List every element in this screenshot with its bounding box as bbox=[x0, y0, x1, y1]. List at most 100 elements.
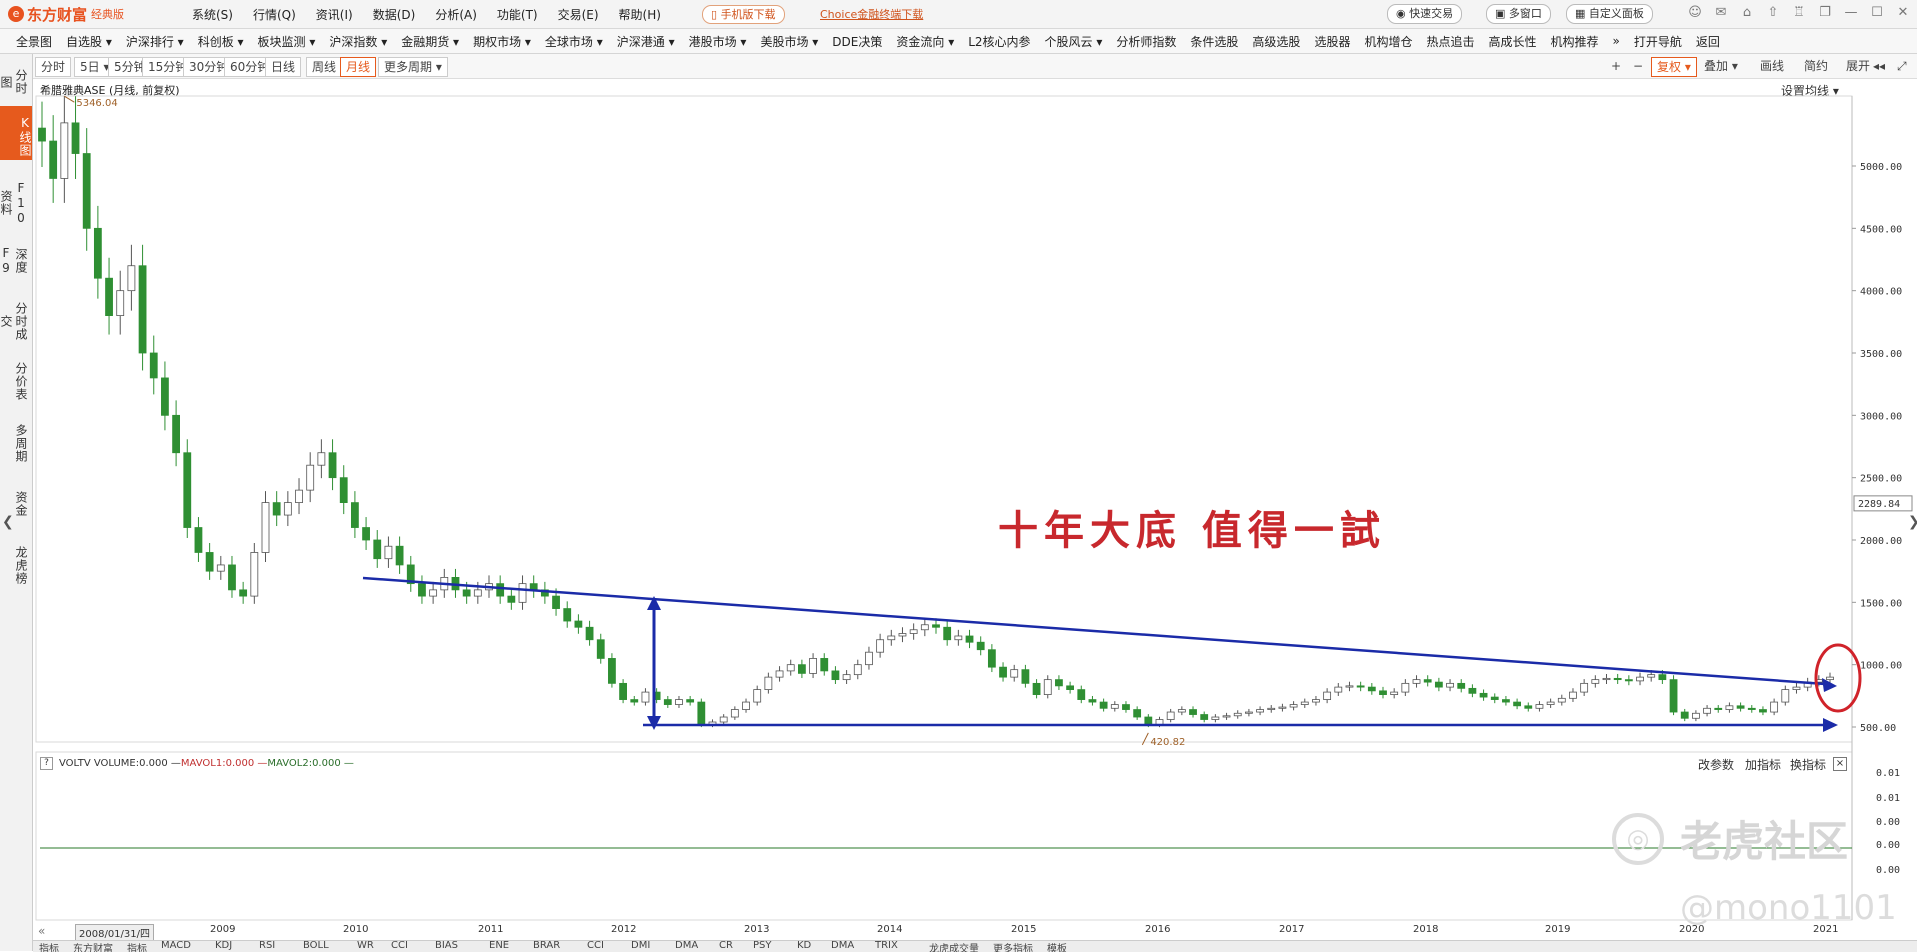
candle-body bbox=[1312, 699, 1320, 703]
candle-body bbox=[149, 352, 158, 379]
candle-body bbox=[205, 552, 214, 572]
candle-body bbox=[1356, 685, 1365, 688]
candle-body bbox=[596, 639, 605, 659]
indicator-tab[interactable]: MACD bbox=[161, 941, 191, 951]
indicator-tab[interactable]: CCI bbox=[391, 941, 408, 951]
candle-body bbox=[1099, 701, 1108, 709]
candle-body bbox=[1613, 677, 1622, 681]
indicator-tab[interactable]: DMA bbox=[831, 941, 854, 951]
x-axis-year-label: 2016 bbox=[1145, 924, 1171, 935]
candle-body bbox=[1122, 704, 1130, 710]
candle-body bbox=[1043, 679, 1052, 695]
candle-body bbox=[1546, 701, 1555, 705]
candle-body bbox=[1781, 689, 1790, 703]
indicator-tab[interactable]: BOLL bbox=[303, 941, 329, 951]
right-scroll-icon: ❯ bbox=[1908, 514, 1917, 530]
indicator-tab[interactable]: 指标 bbox=[39, 941, 59, 952]
indicator-tab[interactable]: CCI bbox=[587, 941, 604, 951]
last-price-label: 2289.84 bbox=[1858, 499, 1900, 510]
candle-body bbox=[239, 589, 248, 597]
indicator-tab[interactable]: KDJ bbox=[215, 941, 232, 951]
indicator-tab[interactable]: RSI bbox=[259, 941, 275, 951]
candle-body bbox=[1177, 709, 1186, 713]
mavol2-label: MAVOL2:0.000 — bbox=[267, 758, 354, 769]
y-tick-label: 500.00 bbox=[1860, 723, 1896, 734]
switch-indicator-button[interactable]: 换指标 bbox=[1790, 756, 1826, 773]
indicator-tab[interactable]: BRAR bbox=[533, 941, 560, 951]
y-tick-label: 1500.00 bbox=[1860, 598, 1902, 609]
candle-body bbox=[1021, 669, 1030, 684]
x-axis-year-label: 2017 bbox=[1279, 924, 1305, 935]
candle-body bbox=[809, 658, 817, 674]
indicator-tab[interactable]: TRIX bbox=[875, 941, 898, 951]
y-tick-label: 2000.00 bbox=[1860, 536, 1902, 547]
help-icon[interactable]: ? bbox=[40, 757, 53, 770]
candle-body bbox=[418, 583, 426, 597]
x-axis-year-label: 2014 bbox=[877, 924, 903, 935]
candle-body bbox=[932, 624, 940, 628]
candle-body bbox=[641, 691, 650, 703]
indicator-tab-bar: 指标 东方财富 指标 MACD KDJ RSI BOLL WR CCI BIAS ENE BRAR CC… bbox=[33, 940, 1917, 952]
candle-body bbox=[529, 583, 538, 591]
candle-body bbox=[462, 589, 471, 597]
indicator-tab[interactable]: PSY bbox=[753, 941, 772, 951]
indicator-tab[interactable]: BIAS bbox=[435, 941, 458, 951]
candle-body bbox=[1502, 699, 1510, 703]
x-axis-year-label: 2012 bbox=[611, 924, 637, 935]
candle-body bbox=[1602, 677, 1611, 681]
candle-body bbox=[686, 699, 695, 703]
candle-body bbox=[1658, 674, 1667, 681]
candle-body bbox=[608, 658, 616, 684]
candle-body bbox=[1535, 704, 1544, 709]
candle-body bbox=[1390, 691, 1399, 695]
candle-body bbox=[1524, 705, 1533, 709]
candle-body bbox=[920, 624, 929, 631]
candle-body bbox=[1423, 679, 1432, 683]
close-indicator-button[interactable]: × bbox=[1833, 757, 1847, 771]
candle-body bbox=[552, 595, 560, 609]
candle-body bbox=[1055, 679, 1063, 687]
candle-body bbox=[876, 639, 885, 653]
candle-body bbox=[909, 629, 918, 634]
indicator-tab[interactable]: ENE bbox=[489, 941, 509, 951]
candle-body bbox=[1256, 709, 1264, 713]
candle-body bbox=[1680, 711, 1689, 719]
indicator-tab[interactable]: 东方财富 bbox=[73, 941, 113, 952]
candle-body bbox=[1110, 704, 1119, 709]
candle-body bbox=[496, 583, 505, 597]
indicator-tab[interactable]: 指标 bbox=[127, 941, 147, 952]
indicator-tab[interactable]: DMI bbox=[631, 941, 650, 951]
support-arrowhead bbox=[1823, 718, 1838, 732]
indicator-tab[interactable]: CR bbox=[719, 941, 733, 951]
candle-body bbox=[954, 635, 963, 641]
indicator-tab[interactable]: 更多指标 bbox=[993, 941, 1033, 952]
candle-body bbox=[60, 122, 69, 179]
candle-body bbox=[1747, 707, 1756, 710]
candle-body bbox=[798, 664, 806, 674]
candle-body bbox=[261, 502, 270, 553]
indicator-tab[interactable]: KD bbox=[797, 941, 811, 951]
candle-body bbox=[1770, 701, 1779, 713]
indicator-tab[interactable]: WR bbox=[357, 941, 374, 951]
add-indicator-button[interactable]: 加指标 bbox=[1745, 756, 1781, 773]
candle-body bbox=[574, 620, 583, 628]
candle-body bbox=[1647, 674, 1656, 678]
candle-body bbox=[328, 452, 337, 479]
change-params-button[interactable]: 改参数 bbox=[1698, 756, 1734, 773]
indicator-tab[interactable]: 龙虎成交量 bbox=[929, 941, 979, 952]
candle-body bbox=[619, 682, 627, 700]
candle-body bbox=[295, 489, 303, 503]
candle-body bbox=[49, 140, 58, 179]
candle-body bbox=[283, 502, 292, 516]
candle-body bbox=[1289, 704, 1298, 708]
y-tick-label: 3500.00 bbox=[1860, 349, 1902, 360]
candle-body bbox=[1669, 679, 1678, 713]
candle-body bbox=[1412, 679, 1421, 684]
candle-body bbox=[317, 452, 326, 466]
chart-annotation: 十年大底 值得一試 bbox=[998, 507, 1386, 554]
indicator-tab[interactable]: 模板 bbox=[1047, 941, 1067, 952]
indicator-tab[interactable]: DMA bbox=[675, 941, 698, 951]
candle-body bbox=[384, 545, 393, 560]
candle-body bbox=[753, 689, 762, 703]
candle-body bbox=[1278, 706, 1287, 709]
